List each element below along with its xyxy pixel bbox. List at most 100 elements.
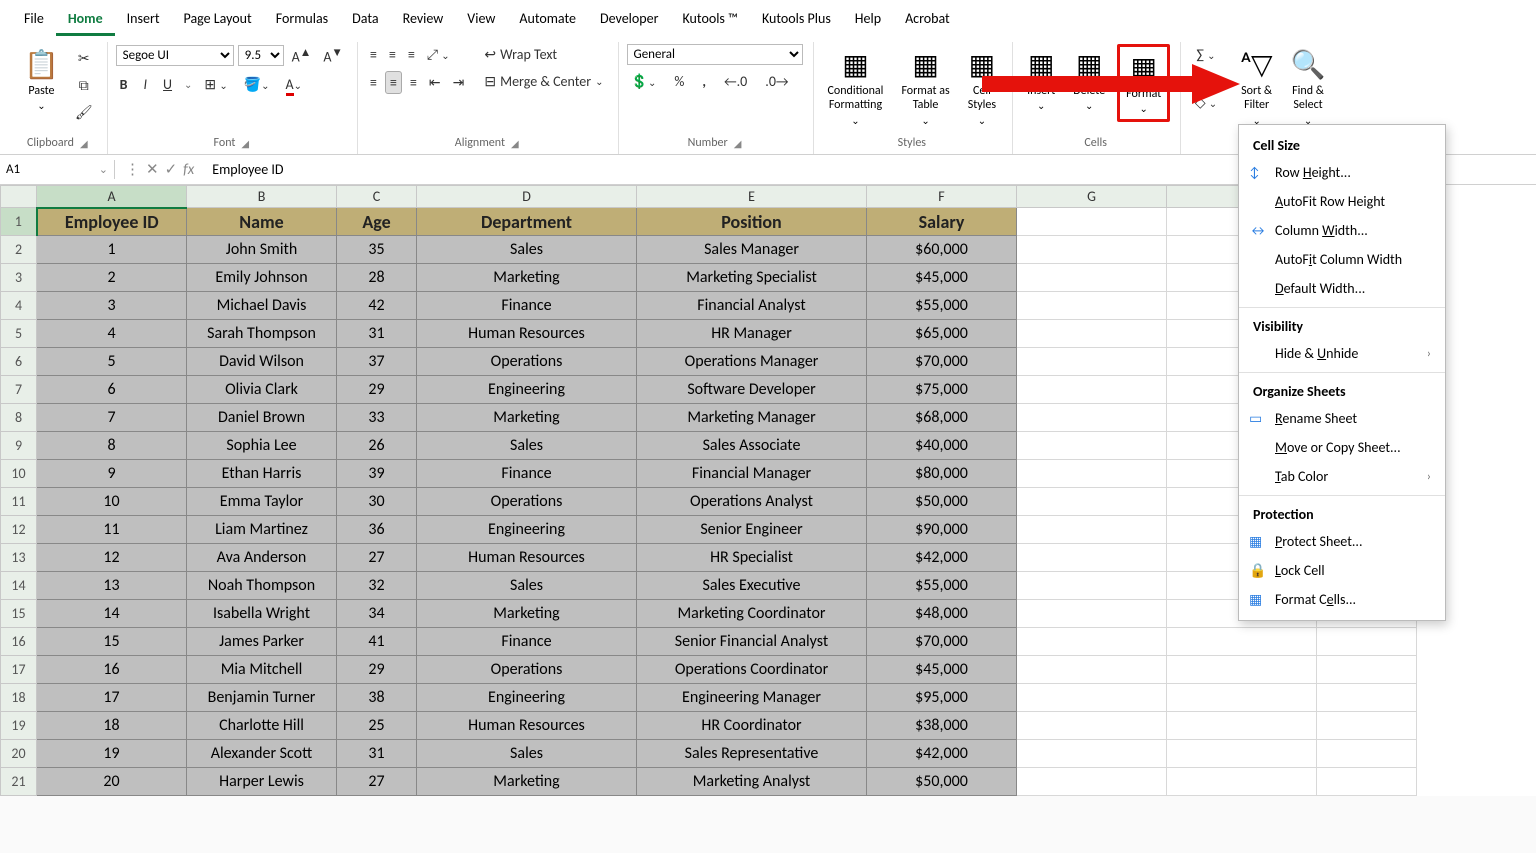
cell[interactable]: Emily Johnson bbox=[187, 264, 337, 292]
cell[interactable]: 33 bbox=[337, 404, 417, 432]
cell[interactable]: Finance bbox=[417, 628, 637, 656]
cell[interactable]: 4 bbox=[37, 320, 187, 348]
dialog-launcher-icon[interactable]: ◢ bbox=[511, 137, 519, 150]
cell[interactable]: 27 bbox=[337, 768, 417, 796]
borders-button[interactable]: ⊞ ⌄ bbox=[200, 74, 231, 95]
cell[interactable]: Marketing Coordinator bbox=[637, 600, 867, 628]
column-header-F[interactable]: F bbox=[867, 186, 1017, 208]
cell[interactable]: Finance bbox=[417, 292, 637, 320]
cell[interactable]: Harper Lewis bbox=[187, 768, 337, 796]
cell[interactable]: Human Resources bbox=[417, 320, 637, 348]
menu-autofit-column[interactable]: AutoFit Column Width bbox=[1239, 245, 1445, 274]
menu-kutools-[interactable]: Kutools ™ bbox=[670, 4, 749, 36]
cell[interactable]: Engineering bbox=[417, 516, 637, 544]
menu-acrobat[interactable]: Acrobat bbox=[893, 4, 962, 36]
cell[interactable]: Ethan Harris bbox=[187, 460, 337, 488]
menu-home[interactable]: Home bbox=[56, 4, 115, 36]
menu-protect-sheet[interactable]: ▦Protect Sheet... bbox=[1239, 527, 1445, 556]
cell[interactable]: 10 bbox=[37, 488, 187, 516]
cell[interactable]: Noah Thompson bbox=[187, 572, 337, 600]
cell[interactable]: Operations Analyst bbox=[637, 488, 867, 516]
merge-center-button[interactable]: ⊟Merge & Center ⌄ bbox=[480, 71, 607, 92]
cell[interactable]: 41 bbox=[337, 628, 417, 656]
cell[interactable]: Human Resources bbox=[417, 712, 637, 740]
cell[interactable]: 14 bbox=[37, 600, 187, 628]
menu-developer[interactable]: Developer bbox=[588, 4, 670, 36]
font-family-combo[interactable]: Segoe UI bbox=[116, 45, 234, 66]
cell[interactable] bbox=[1317, 712, 1417, 740]
row-header[interactable]: 12 bbox=[1, 516, 37, 544]
cell[interactable]: Operations bbox=[417, 488, 637, 516]
cell[interactable]: Alexander Scott bbox=[187, 740, 337, 768]
cell[interactable]: 38 bbox=[337, 684, 417, 712]
more-icon[interactable]: ⋮ bbox=[125, 160, 140, 179]
menu-formulas[interactable]: Formulas bbox=[264, 4, 340, 36]
row-header[interactable]: 9 bbox=[1, 432, 37, 460]
cell[interactable]: Sales Manager bbox=[637, 236, 867, 264]
find-select-button[interactable]: 🔍Find & Select⌄ bbox=[1285, 44, 1332, 131]
cell[interactable]: 19 bbox=[37, 740, 187, 768]
dialog-launcher-icon[interactable]: ◢ bbox=[241, 137, 249, 150]
row-header[interactable]: 6 bbox=[1, 348, 37, 376]
select-all-corner[interactable] bbox=[1, 186, 37, 208]
cell[interactable]: 34 bbox=[337, 600, 417, 628]
cell[interactable]: Daniel Brown bbox=[187, 404, 337, 432]
cell[interactable]: 18 bbox=[37, 712, 187, 740]
cell[interactable] bbox=[1167, 740, 1317, 768]
header-cell[interactable]: Position bbox=[637, 208, 867, 236]
cell[interactable]: 30 bbox=[337, 488, 417, 516]
cell[interactable]: Olivia Clark bbox=[187, 376, 337, 404]
cell[interactable]: Senior Engineer bbox=[637, 516, 867, 544]
cell[interactable]: Marketing Analyst bbox=[637, 768, 867, 796]
menu-autofit-row[interactable]: AutoFit Row Height bbox=[1239, 187, 1445, 216]
menu-default-width[interactable]: Default Width... bbox=[1239, 274, 1445, 303]
cell[interactable] bbox=[1017, 236, 1167, 264]
cell[interactable]: Isabella Wright bbox=[187, 600, 337, 628]
cell[interactable]: 27 bbox=[337, 544, 417, 572]
cell[interactable]: Sales bbox=[417, 236, 637, 264]
dialog-launcher-icon[interactable]: ◢ bbox=[80, 137, 88, 150]
chevron-down-icon[interactable]: ⌄ bbox=[184, 78, 192, 91]
cell[interactable]: John Smith bbox=[187, 236, 337, 264]
menu-kutools-plus[interactable]: Kutools Plus bbox=[750, 4, 843, 36]
cell[interactable] bbox=[1017, 628, 1167, 656]
cell[interactable]: Sales Executive bbox=[637, 572, 867, 600]
cell[interactable]: Sales bbox=[417, 572, 637, 600]
format-painter-button[interactable]: 🖌 bbox=[71, 102, 97, 123]
cell[interactable]: Sophia Lee bbox=[187, 432, 337, 460]
cell[interactable]: Engineering bbox=[417, 684, 637, 712]
cell[interactable] bbox=[1167, 768, 1317, 796]
number-format-combo[interactable]: General bbox=[627, 44, 803, 65]
font-size-combo[interactable]: 9.5 bbox=[238, 45, 284, 66]
cell[interactable]: Financial Manager bbox=[637, 460, 867, 488]
increase-indent-button[interactable]: ⇥ bbox=[449, 72, 469, 93]
cell[interactable]: Marketing bbox=[417, 264, 637, 292]
cell[interactable]: $90,000 bbox=[867, 516, 1017, 544]
cell[interactable]: $42,000 bbox=[867, 544, 1017, 572]
cell[interactable]: $50,000 bbox=[867, 768, 1017, 796]
row-header[interactable]: 14 bbox=[1, 572, 37, 600]
cell[interactable]: Finance bbox=[417, 460, 637, 488]
menu-data[interactable]: Data bbox=[340, 4, 390, 36]
cell[interactable]: Marketing Manager bbox=[637, 404, 867, 432]
cell[interactable]: $95,000 bbox=[867, 684, 1017, 712]
increase-decimal-button[interactable]: ←.0 bbox=[720, 71, 751, 92]
cell[interactable] bbox=[1017, 572, 1167, 600]
cell[interactable] bbox=[1017, 432, 1167, 460]
row-header[interactable]: 1 bbox=[1, 208, 37, 236]
cell[interactable] bbox=[1017, 348, 1167, 376]
accounting-button[interactable]: 💲⌄ bbox=[627, 71, 661, 92]
row-header[interactable]: 2 bbox=[1, 236, 37, 264]
cell[interactable]: 11 bbox=[37, 516, 187, 544]
cell[interactable]: Marketing bbox=[417, 404, 637, 432]
format-cells-button[interactable]: ▦Format⌄ bbox=[1117, 44, 1170, 122]
cell[interactable] bbox=[1317, 740, 1417, 768]
row-header[interactable]: 21 bbox=[1, 768, 37, 796]
cell[interactable] bbox=[1017, 208, 1167, 236]
cell[interactable]: HR Manager bbox=[637, 320, 867, 348]
cell[interactable] bbox=[1017, 376, 1167, 404]
header-cell[interactable]: Employee ID bbox=[37, 208, 187, 236]
clear-button[interactable]: ◇ ⌄ bbox=[1189, 92, 1222, 113]
menu-row-height[interactable]: ↕Row Height... bbox=[1239, 158, 1445, 187]
cell[interactable]: Marketing bbox=[417, 600, 637, 628]
